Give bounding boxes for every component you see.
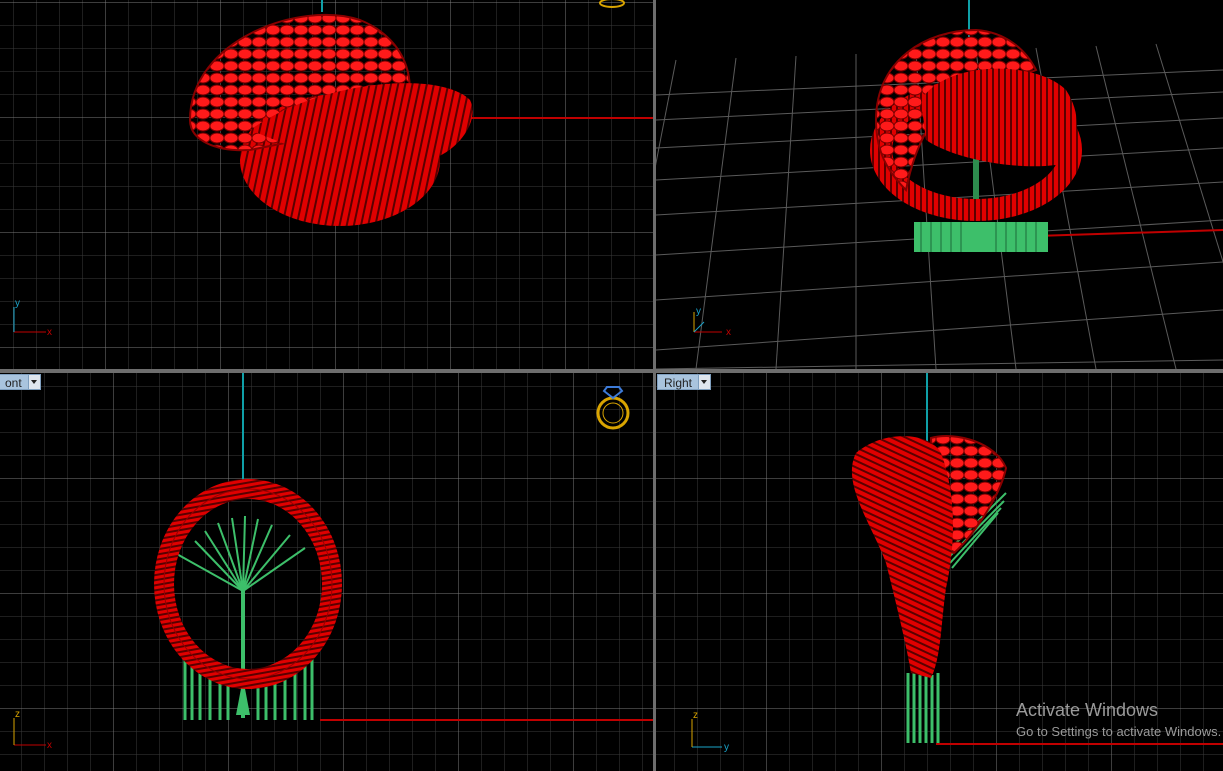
chevron-down-icon[interactable] (699, 374, 712, 390)
viewport-front[interactable]: x z ont (0, 373, 653, 771)
axis-widget: x y (693, 306, 731, 338)
watermark-title: Activate Windows (1016, 700, 1159, 720)
svg-text:z: z (693, 710, 698, 721)
viewport-name: Right (657, 374, 700, 390)
grid: x y (656, 0, 1223, 369)
svg-text:y: y (724, 742, 729, 753)
viewport-label-front[interactable]: ont (0, 374, 41, 390)
activate-windows-watermark: Activate Windows Go to Settings to activ… (1016, 700, 1221, 739)
svg-text:x: x (726, 327, 731, 338)
svg-text:x: x (47, 740, 52, 751)
viewport-divider-horizontal[interactable] (0, 369, 1223, 373)
svg-text:x: x (47, 327, 52, 338)
grid: x y (0, 0, 653, 369)
viewport-name: ont (0, 374, 29, 390)
viewport-label-right[interactable]: Right (657, 374, 712, 390)
axis-line-x (1035, 229, 1223, 237)
grid: x z (0, 373, 653, 771)
chevron-down-icon[interactable] (28, 374, 41, 390)
viewport-divider-vertical[interactable] (653, 0, 656, 771)
svg-text:z: z (15, 709, 20, 720)
viewport-top[interactable]: x y (0, 0, 653, 369)
svg-text:y: y (15, 298, 20, 309)
viewport-perspective[interactable]: x y (656, 0, 1223, 369)
ring-model[interactable] (870, 28, 1082, 252)
svg-text:y: y (696, 306, 701, 317)
watermark-subtitle: Go to Settings to activate Windows. (1016, 724, 1222, 739)
